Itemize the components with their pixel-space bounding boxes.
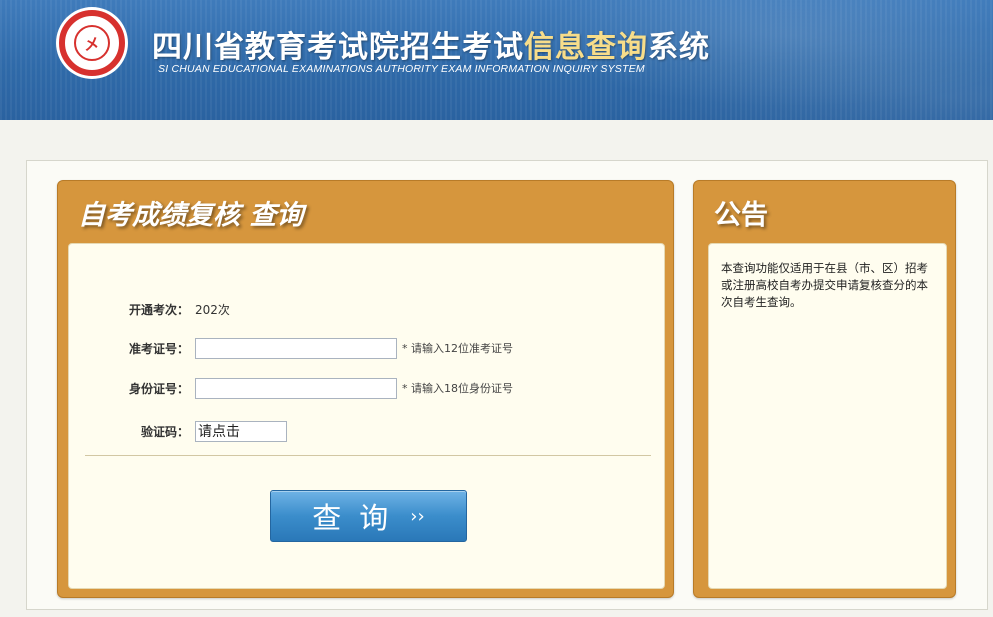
ticket-hint: * 请输入12位准考证号 (402, 342, 513, 355)
notice-panel: 公告 本查询功能仅适用于在县（市、区）招考或注册高校自考办提交申请复核查分的本次… (693, 180, 956, 598)
session-label: 开通考次： (128, 302, 189, 317)
idcard-label: 身份证号： (128, 381, 189, 396)
logo-ring: 㐅 (59, 10, 125, 76)
title-part-2: 系统 (648, 30, 710, 65)
query-button[interactable]: 查询 ›› (270, 490, 467, 542)
notice-body: 本查询功能仅适用于在县（市、区）招考或注册高校自考办提交申请复核查分的本次自考生… (708, 243, 947, 589)
notice-text: 本查询功能仅适用于在县（市、区）招考或注册高校自考办提交申请复核查分的本次自考生… (721, 261, 928, 309)
title-highlight: 信息查询 (524, 30, 648, 65)
query-panel: 自考成绩复核 查询 开通考次： 202次 准考证号： * 请输入12位准考证号 … (57, 180, 674, 598)
double-chevron-right-icon: ›› (410, 505, 425, 527)
session-row: 开通考次： 202次 (69, 297, 230, 321)
logo-emblem-icon: 㐅 (74, 25, 110, 61)
ticket-number-input[interactable] (195, 337, 397, 359)
title-part-1: 四川省教育考试院招生考试 (152, 30, 524, 65)
session-value: 202次 (195, 302, 230, 317)
captcha-row: 验证码： 请点击 (69, 419, 287, 443)
exam-authority-logo: 㐅 (56, 7, 128, 79)
idcard-row: 身份证号： * 请输入18位身份证号 (69, 376, 513, 400)
notice-panel-title: 公告 (714, 200, 768, 231)
page-header: 㐅 四川省教育考试院招生考试信息查询系统 SI CHUAN EDUCATIONA… (0, 0, 993, 120)
query-button-label: 查询 (312, 501, 407, 535)
site-title-cn: 四川省教育考试院招生考试信息查询系统 (152, 22, 710, 66)
id-card-input[interactable] (195, 377, 397, 399)
ticket-row: 准考证号： * 请输入12位准考证号 (69, 336, 513, 360)
captcha-label: 验证码： (140, 424, 189, 439)
ticket-label: 准考证号： (128, 341, 189, 356)
query-panel-title: 自考成绩复核 查询 (78, 200, 304, 231)
query-form: 开通考次： 202次 准考证号： * 请输入12位准考证号 身份证号： * 请输… (68, 243, 665, 589)
site-title-en: SI CHUAN EDUCATIONAL EXAMINATIONS AUTHOR… (158, 63, 645, 75)
captcha-box[interactable]: 请点击 (195, 420, 287, 442)
idcard-hint: * 请输入18位身份证号 (402, 382, 513, 395)
form-divider (85, 455, 651, 456)
